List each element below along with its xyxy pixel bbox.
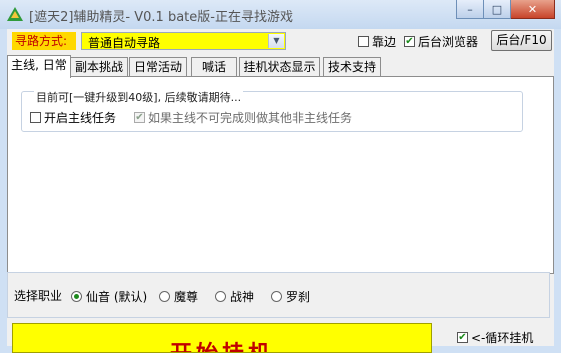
start-afk-label: 开始挂机 [13,336,431,352]
tab-shout[interactable]: 喊话 [191,57,237,77]
job-selection-box: 选择职业 仙音 (默认) 魔尊 战神 罗刹 [7,272,550,318]
bg-browser-checkbox[interactable]: ✔ [404,36,415,47]
tab-panel-main: 目前可[一键升级到40级], 后续敬请期待... 开启主线任务 ✔ 如果主线不可… [7,76,554,274]
bg-browser-label: 后台浏览器 [418,35,479,49]
loop-afk-label: <-循环挂机 [471,331,534,345]
job-option-label: 仙音 (默认) [86,290,148,304]
open-main-quest-checkbox[interactable] [30,112,41,123]
job-label: 选择职业 [14,289,63,303]
job-option-zhanshen[interactable]: 战神 [215,288,254,305]
job-option-label: 魔尊 [174,290,199,304]
window-title: [遮天2]辅助精灵- V0.1 bate版-正在寻找游戏 [29,10,293,25]
route-mode-select[interactable]: 普通自动寻路 ▼ [81,32,286,50]
tab-daily-events[interactable]: 日常活动 [129,57,187,77]
close-button[interactable]: ✕ [511,0,555,19]
dock-checkbox[interactable] [358,36,369,47]
bg-browser-checkbox-row[interactable]: ✔ 后台浏览器 [404,33,478,50]
fallback-quest-option[interactable]: ✔ 如果主线不可完成则做其他非主线任务 [134,109,352,126]
job-radio-xianyin[interactable] [71,291,82,302]
minimize-button[interactable]: – [456,0,484,19]
job-option-xianyin[interactable]: 仙音 (默认) [71,288,147,305]
loop-afk-checkbox[interactable]: ✔ [457,332,468,343]
route-mode-value: 普通自动寻路 [88,36,161,50]
job-radio-zhanshen[interactable] [215,291,226,302]
maximize-icon: □ [491,2,503,16]
level-note: 目前可[一键升级到40级], 后续敬请期待... [34,89,244,105]
route-mode-label: 寻路方式: [12,32,76,50]
job-option-mozun[interactable]: 魔尊 [159,288,198,305]
open-main-quest-label: 开启主线任务 [44,111,117,125]
tab-afk-status[interactable]: 挂机状态显示 [239,57,320,77]
start-afk-button[interactable]: 开始挂机 [12,323,432,353]
fallback-quest-checkbox[interactable]: ✔ [134,112,145,123]
job-option-label: 罗刹 [286,290,311,304]
tab-tech-support[interactable]: 技术支持 [323,57,381,77]
minimize-icon: – [467,2,473,16]
fallback-quest-label: 如果主线不可完成则做其他非主线任务 [148,111,353,125]
main-quest-group: 目前可[一键升级到40级], 后续敬请期待... 开启主线任务 ✔ 如果主线不可… [21,89,523,132]
job-radio-luocha[interactable] [271,291,282,302]
close-icon: ✕ [527,2,538,16]
dock-checkbox-row[interactable]: 靠边 [358,33,396,50]
loop-afk-option[interactable]: ✔ <-循环挂机 [457,329,533,346]
tab-main-daily[interactable]: 主线, 日常 [7,55,71,78]
maximize-button[interactable]: □ [484,0,511,19]
title-bar: [遮天2]辅助精灵- V0.1 bate版-正在寻找游戏 – □ ✕ [0,0,561,29]
job-option-label: 战神 [230,290,255,304]
chevron-down-icon[interactable]: ▼ [268,34,284,48]
tab-dungeon[interactable]: 副本挑战 [70,57,128,77]
job-radio-mozun[interactable] [159,291,170,302]
background-button[interactable]: 后台/F10 [491,30,552,51]
job-option-luocha[interactable]: 罗刹 [271,288,310,305]
open-main-quest-option[interactable]: 开启主线任务 [30,109,116,126]
dock-label: 靠边 [372,35,397,49]
app-logo-icon [7,7,23,21]
client-area: 寻路方式: 普通自动寻路 ▼ 靠边 ✔ 后台浏览器 后台/F10 主线, 日常 … [7,29,554,353]
